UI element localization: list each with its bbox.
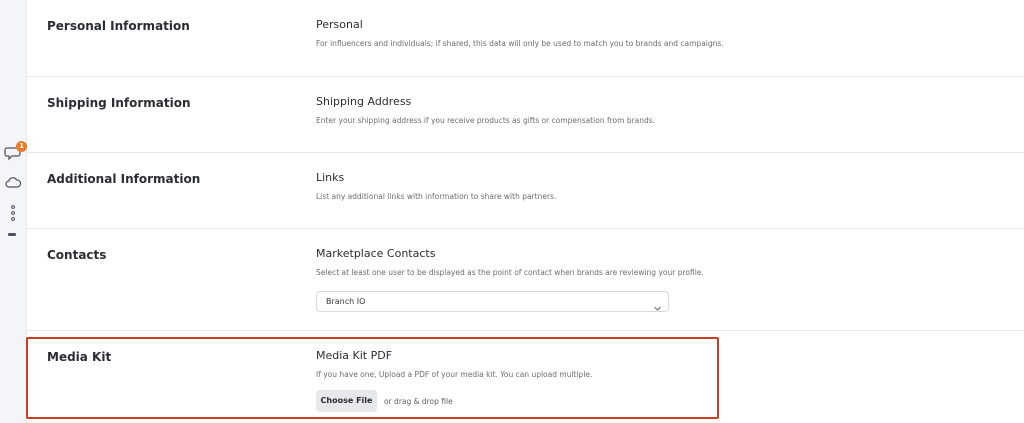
- left-rail: 1: [0, 0, 27, 423]
- section-additional-information: Additional Information Links List any ad…: [27, 153, 1024, 229]
- section-title: Shipping Information: [47, 96, 191, 110]
- section-contacts: Contacts Marketplace Contacts Select at …: [27, 229, 1024, 331]
- section-title: Personal Information: [47, 19, 190, 33]
- field-title: Personal: [316, 18, 363, 31]
- field-title: Shipping Address: [316, 95, 412, 108]
- section-personal-information: Personal Information Personal For influe…: [27, 0, 1024, 77]
- field-description: Select at least one user to be displayed…: [316, 268, 704, 277]
- media-kit-highlight-box: [26, 337, 719, 419]
- cloud-icon[interactable]: [4, 174, 22, 192]
- rail-divider: [8, 233, 16, 236]
- field-description: Enter your shipping address if you recei…: [316, 116, 656, 125]
- field-title: Marketplace Contacts: [316, 247, 436, 260]
- more-dots-icon[interactable]: [4, 204, 22, 222]
- section-title: Contacts: [47, 248, 107, 262]
- section-title: Additional Information: [47, 172, 201, 186]
- field-title: Links: [316, 171, 345, 184]
- chevron-down-icon: [653, 298, 662, 311]
- section-shipping-information: Shipping Information Shipping Address En…: [27, 77, 1024, 153]
- field-description: List any additional links with informati…: [316, 192, 557, 201]
- field-description: For influencers and individuals; if shar…: [316, 39, 724, 48]
- notification-badge: 1: [16, 141, 27, 152]
- marketplace-contact-select[interactable]: Branch IO: [316, 291, 669, 312]
- select-value: Branch IO: [326, 297, 366, 306]
